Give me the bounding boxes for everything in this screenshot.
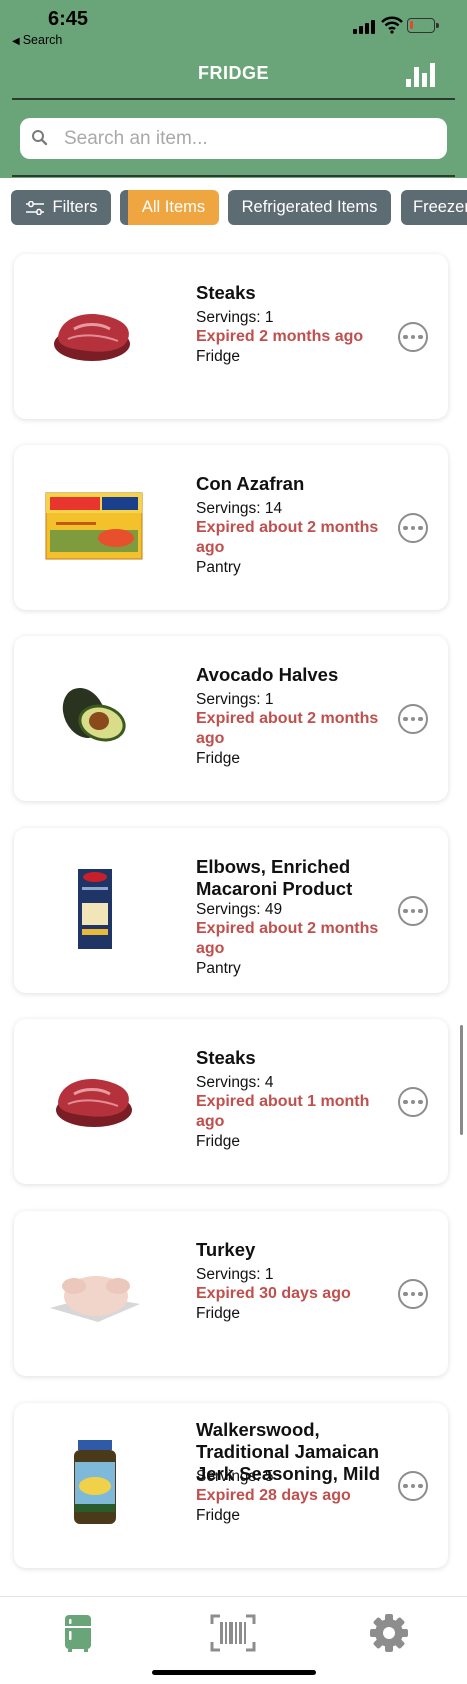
item-expiry: Expired 28 days ago [196,1487,351,1504]
barcode-scan-icon [210,1614,256,1652]
tab-fridge[interactable] [53,1611,103,1655]
steak-image [56,1078,132,1127]
search-icon [32,130,48,146]
filter-chip-row: Filters All Items Refrigerated Items Fre… [0,190,467,226]
item-servings: Servings: 49 [196,901,283,918]
tab-barcode-scan[interactable] [208,1611,258,1655]
item-expiry: Expired about 1 month ago [196,1093,370,1130]
item-servings: Servings: 14 [196,500,283,517]
app-header: 6:45 ◀ Search FRIDGE [0,0,467,178]
item-expiry: Expired 2 months ago [196,328,364,345]
chip-label: All Items [141,198,206,216]
header-divider-bottom [12,175,455,177]
item-card[interactable]: Turkey Servings: 1 Expired 30 days ago F… [14,1211,448,1376]
item-name: Con Azafran [196,473,305,494]
cellular-signal-icon [353,18,375,34]
more-options-icon[interactable] [398,322,428,352]
item-servings: Servings: 1 [196,691,274,708]
search-bar[interactable] [20,118,447,159]
more-options-icon[interactable] [398,896,428,926]
item-card[interactable]: Walkerswood, Traditional Jamaican Jerk S… [14,1403,448,1568]
item-location: Pantry [196,559,241,576]
jerk-seasoning-jar-image [74,1440,116,1524]
page-title: FRIDGE [197,63,269,83]
item-name: Avocado Halves [196,664,339,685]
back-label: Search [22,33,63,47]
battery-icon [407,18,439,33]
item-location: Fridge [196,750,240,767]
item-servings: Servings: 4 [196,1074,274,1091]
item-servings: Servings: 1 [196,309,274,326]
filters-label: Filters [52,198,98,216]
avocado-image [62,687,126,742]
search-input[interactable] [64,118,434,159]
item-expiry: Expired about 2 months ago [196,710,379,747]
item-expiry: Expired about 2 months ago [196,920,379,957]
settings-gear-icon [370,1614,408,1652]
item-servings: Servings: 1 [196,1266,274,1283]
sliders-icon [25,200,44,215]
item-expiry: Expired about 2 months ago [196,519,379,556]
more-options-icon[interactable] [398,704,428,734]
item-location: Pantry [196,960,241,977]
back-arrow-icon: ◀ [12,36,20,47]
item-name: Steaks [196,282,256,303]
chip-refrigerated-items[interactable]: Refrigerated Items [228,190,391,225]
item-card[interactable]: Con Azafran Servings: 14 Expired about 2… [14,445,448,610]
back-to-search-link[interactable]: ◀ Search [12,33,62,47]
item-card[interactable]: Avocado Halves Servings: 1 Expired about… [14,636,448,801]
status-time: 6:45 [48,8,89,30]
more-options-icon[interactable] [398,1087,428,1117]
scroll-indicator[interactable] [460,1025,463,1135]
item-name: Elbows, Enriched Macaroni Product [196,856,353,899]
item-expiry: Expired 30 days ago [196,1285,351,1302]
item-card[interactable]: Elbows, Enriched Macaroni Product Servin… [14,828,448,993]
item-location: Fridge [196,1305,240,1322]
item-card[interactable]: Steaks Servings: 4 Expired about 1 month… [14,1019,448,1184]
more-options-icon[interactable] [398,1279,428,1309]
item-location: Fridge [196,1507,240,1524]
chip-label: Freezer [413,198,467,216]
fridge-icon [65,1615,91,1652]
bar-chart-icon[interactable] [405,61,437,87]
item-name: Turkey [196,1239,256,1260]
item-location: Fridge [196,1133,240,1150]
status-bar: 6:45 ◀ Search [0,0,467,50]
item-location: Fridge [196,348,240,365]
tab-settings[interactable] [364,1611,414,1655]
chip-freezer[interactable]: Freezer [401,190,467,225]
barilla-elbows-box-image [78,869,112,949]
item-card[interactable]: Steaks Servings: 1 Expired 2 months ago … [14,254,448,419]
steak-image [54,313,130,361]
more-options-icon[interactable] [398,1471,428,1501]
home-indicator [152,1670,316,1675]
turkey-image [50,1276,140,1322]
chip-all-items[interactable]: All Items [128,190,219,225]
sazon-goya-box-image [45,492,143,560]
more-options-icon[interactable] [398,513,428,543]
wifi-icon [381,16,403,34]
filters-button[interactable]: Filters [11,190,111,225]
header-divider [12,98,455,100]
bottom-tab-bar [0,1596,467,1684]
chip-label: Refrigerated Items [241,198,378,216]
item-name: Steaks [196,1047,256,1068]
